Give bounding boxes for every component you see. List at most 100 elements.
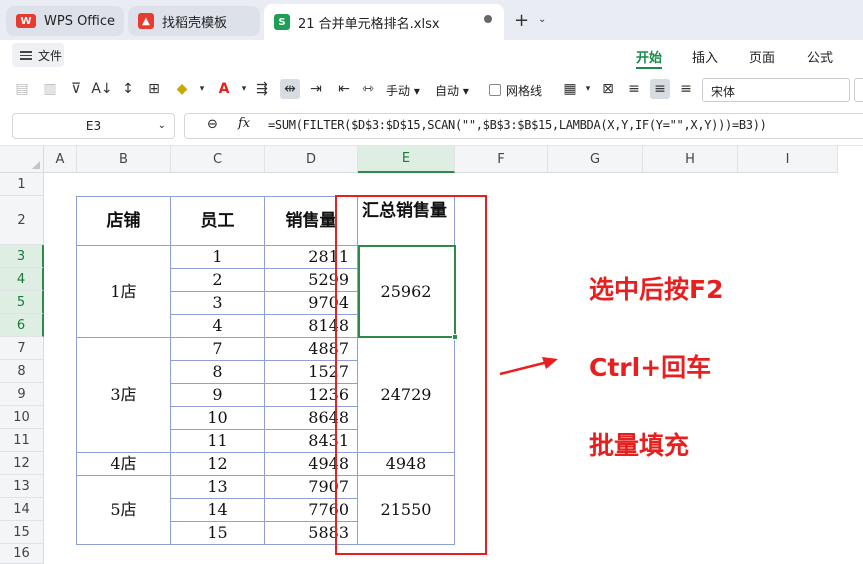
column-header-i[interactable]: I (738, 146, 838, 173)
column-header-g[interactable]: G (548, 146, 643, 173)
paste-icon[interactable]: ▥ (40, 79, 60, 99)
tab-spreadsheet-file[interactable]: S 21 合并单元格排名.xlsx (264, 4, 504, 40)
store-cell[interactable]: 4店 (76, 452, 171, 476)
column-header-d[interactable]: D (265, 146, 358, 173)
merge-center-icon[interactable]: ⇹ (280, 79, 300, 99)
employee-cell[interactable]: 9 (170, 383, 265, 407)
hamburger-icon (20, 50, 32, 60)
header-employee[interactable]: 员工 (170, 196, 265, 246)
text-wrap-icon[interactable]: ⇶ (252, 79, 272, 99)
ribbon-tab-insert[interactable]: 插入 (692, 47, 718, 66)
manual-label: 手动 (386, 84, 411, 98)
ribbon-tab-start[interactable]: 开始 (636, 47, 663, 69)
column-header-e[interactable]: E (358, 146, 455, 173)
border-icon[interactable]: ⊞ (144, 79, 164, 99)
manual-row-height[interactable]: 手动 ▾ (386, 82, 420, 99)
row-header-7[interactable]: 7 (0, 337, 44, 360)
employee-cell[interactable]: 7 (170, 337, 265, 361)
store-cell[interactable]: 1店 (76, 245, 171, 338)
tab-template[interactable]: ▲ 找稻壳模板 (128, 6, 260, 36)
indent-icon[interactable]: ⇥ (306, 79, 326, 99)
row-header-1[interactable]: 1 (0, 173, 44, 196)
employee-cell[interactable]: 13 (170, 475, 265, 499)
align-right-icon[interactable]: ≡ (676, 79, 696, 99)
column-header-c[interactable]: C (171, 146, 265, 173)
employee-cell[interactable]: 2 (170, 268, 265, 292)
name-box-dropdown-icon[interactable]: ⌄ (158, 120, 166, 131)
employee-cell[interactable]: 1 (170, 245, 265, 269)
column-header-f[interactable]: F (455, 146, 548, 173)
employee-cell[interactable]: 10 (170, 406, 265, 430)
cell-style-dropdown-icon[interactable]: ▾ (578, 79, 598, 99)
fx-icon[interactable]: fx (238, 116, 250, 131)
autofit-icon[interactable]: ⇿ (358, 79, 378, 99)
close-tab-icon[interactable] (484, 15, 492, 23)
annotation-step3: 批量填充 (589, 431, 690, 460)
employee-cell[interactable]: 8 (170, 360, 265, 384)
new-tab-plus-icon[interactable]: + (514, 10, 529, 31)
gridlines-label: 网格线 (506, 84, 543, 98)
clear-format-icon[interactable]: ⊠ (598, 79, 618, 99)
font-color-icon[interactable]: A (214, 79, 234, 99)
header-store[interactable]: 店铺 (76, 196, 171, 246)
row-header-9[interactable]: 9 (0, 383, 44, 406)
gridlines-checkbox[interactable] (489, 84, 501, 96)
align-center-icon[interactable]: ≡ (650, 79, 670, 99)
align-left-icon[interactable]: ≡ (624, 79, 644, 99)
tab-wps-office[interactable]: W WPS Office (6, 6, 124, 36)
row-header-15[interactable]: 15 (0, 521, 44, 544)
ribbon-tab-page[interactable]: 页面 (749, 47, 775, 66)
font-size-select[interactable] (854, 78, 863, 102)
font-color-dropdown-icon[interactable]: ▾ (234, 79, 254, 99)
row-header-5[interactable]: 5 (0, 291, 44, 314)
wps-logo-icon: W (16, 14, 36, 28)
file-menu-button[interactable]: 文件 (12, 43, 64, 67)
row-header-3[interactable]: 3 (0, 245, 44, 268)
employee-cell[interactable]: 15 (170, 521, 265, 545)
column-header-a[interactable]: A (44, 146, 77, 173)
employee-cell[interactable]: 14 (170, 498, 265, 522)
formula-text: =SUM(FILTER($D$3:$D$15,SCAN("",$B$3:$B$1… (268, 118, 767, 132)
employee-cell[interactable]: 11 (170, 429, 265, 453)
name-box[interactable]: E3 ⌄ (12, 113, 175, 139)
annotation-step1: 选中后按F2 (589, 275, 724, 304)
auto-label: 自动 (435, 84, 460, 98)
employee-cell[interactable]: 12 (170, 452, 265, 476)
column-header-h[interactable]: H (643, 146, 738, 173)
row-header-13[interactable]: 13 (0, 475, 44, 498)
filter-icon[interactable]: ⊽ (66, 79, 86, 99)
ribbon-tab-formula[interactable]: 公式 (807, 47, 833, 66)
row-header-11[interactable]: 11 (0, 429, 44, 452)
font-name-select[interactable]: 宋体 (702, 78, 850, 102)
store-cell[interactable]: 3店 (76, 337, 171, 453)
menu-bar (0, 40, 863, 72)
highlight-box (335, 195, 487, 555)
column-header-b[interactable]: B (77, 146, 171, 173)
spreadsheet-icon: S (274, 14, 290, 30)
row-header-4[interactable]: 4 (0, 268, 44, 291)
format-painter-icon[interactable]: ▤ (12, 79, 32, 99)
row-header-8[interactable]: 8 (0, 360, 44, 383)
sort-desc-icon[interactable]: ↕ (118, 79, 138, 99)
fill-color-dropdown-icon[interactable]: ▾ (192, 79, 212, 99)
new-tab-dropdown-icon[interactable]: ⌄ (538, 14, 546, 25)
docer-logo-icon: ▲ (138, 13, 154, 29)
fill-color-icon[interactable]: ◆ (172, 79, 192, 99)
auto-row-height[interactable]: 自动 ▾ (435, 82, 469, 99)
sort-asc-icon[interactable]: A↓ (91, 79, 112, 99)
row-header-16[interactable]: 16 (0, 544, 44, 564)
cell-reference: E3 (85, 119, 102, 133)
row-header-10[interactable]: 10 (0, 406, 44, 429)
outdent-icon[interactable]: ⇤ (334, 79, 354, 99)
row-header-2[interactable]: 2 (0, 196, 44, 245)
select-all-corner[interactable] (0, 146, 44, 173)
store-cell[interactable]: 5店 (76, 475, 171, 545)
row-header-12[interactable]: 12 (0, 452, 44, 475)
tab-wps-label: WPS Office (44, 13, 116, 29)
employee-cell[interactable]: 3 (170, 291, 265, 315)
row-header-6[interactable]: 6 (0, 314, 44, 337)
employee-cell[interactable]: 4 (170, 314, 265, 338)
row-header-14[interactable]: 14 (0, 498, 44, 521)
zoom-search-icon[interactable]: ⊖ (207, 117, 218, 132)
cell-style-icon[interactable]: ▦ (560, 79, 580, 99)
